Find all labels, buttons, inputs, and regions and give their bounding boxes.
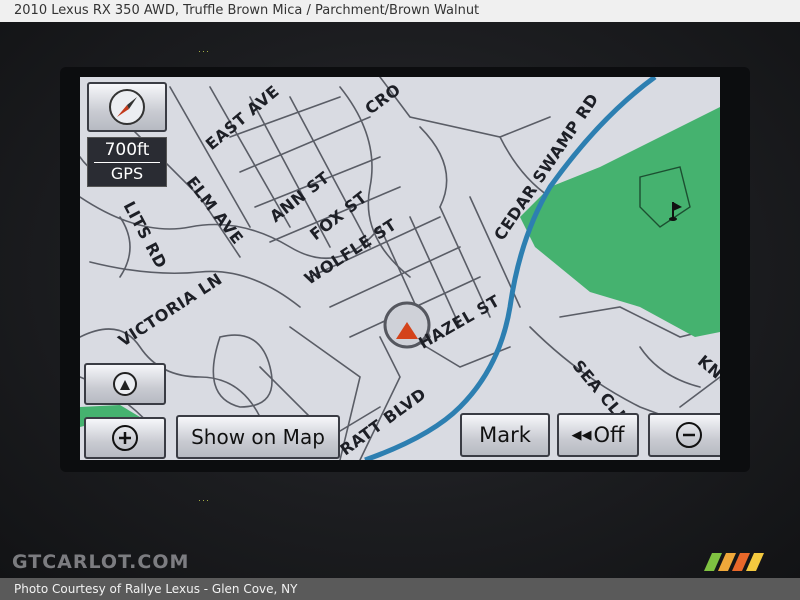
decorative-dots: ···: [198, 46, 210, 56]
watermark-logo: GTCARLOT.COM: [12, 551, 190, 573]
navigation-screen: EAST AVE ELM AVE ANN ST FOX ST WOLFLE ST…: [80, 77, 720, 460]
map-scale-indicator: 700ft GPS: [87, 137, 167, 187]
park-area: [520, 107, 720, 337]
show-on-map-button[interactable]: Show on Map: [176, 415, 340, 459]
brand-logo: [704, 553, 764, 571]
caption-title: 2010 Lexus RX 350 AWD, Truffle Brown Mic…: [0, 0, 800, 22]
heading-up-button[interactable]: [84, 363, 166, 405]
mark-button[interactable]: Mark: [460, 413, 550, 457]
zoom-in-icon: [112, 425, 138, 451]
decorative-dots: ···: [198, 495, 210, 505]
scale-distance: 700ft: [94, 138, 160, 163]
heading-up-icon: [113, 372, 137, 396]
compass-button[interactable]: [87, 82, 167, 132]
gps-label: GPS: [110, 164, 144, 183]
zoom-in-button[interactable]: [84, 417, 166, 459]
zoom-out-button[interactable]: [648, 413, 720, 457]
guidance-off-button[interactable]: ◀◀ Off: [557, 413, 639, 457]
compass-icon: [109, 89, 145, 125]
rewind-icon: ◀◀: [571, 427, 592, 443]
guidance-off-label: Off: [593, 423, 625, 447]
photo-credit: Photo Courtesy of Rallye Lexus - Glen Co…: [0, 578, 800, 600]
zoom-out-icon: [676, 422, 702, 448]
